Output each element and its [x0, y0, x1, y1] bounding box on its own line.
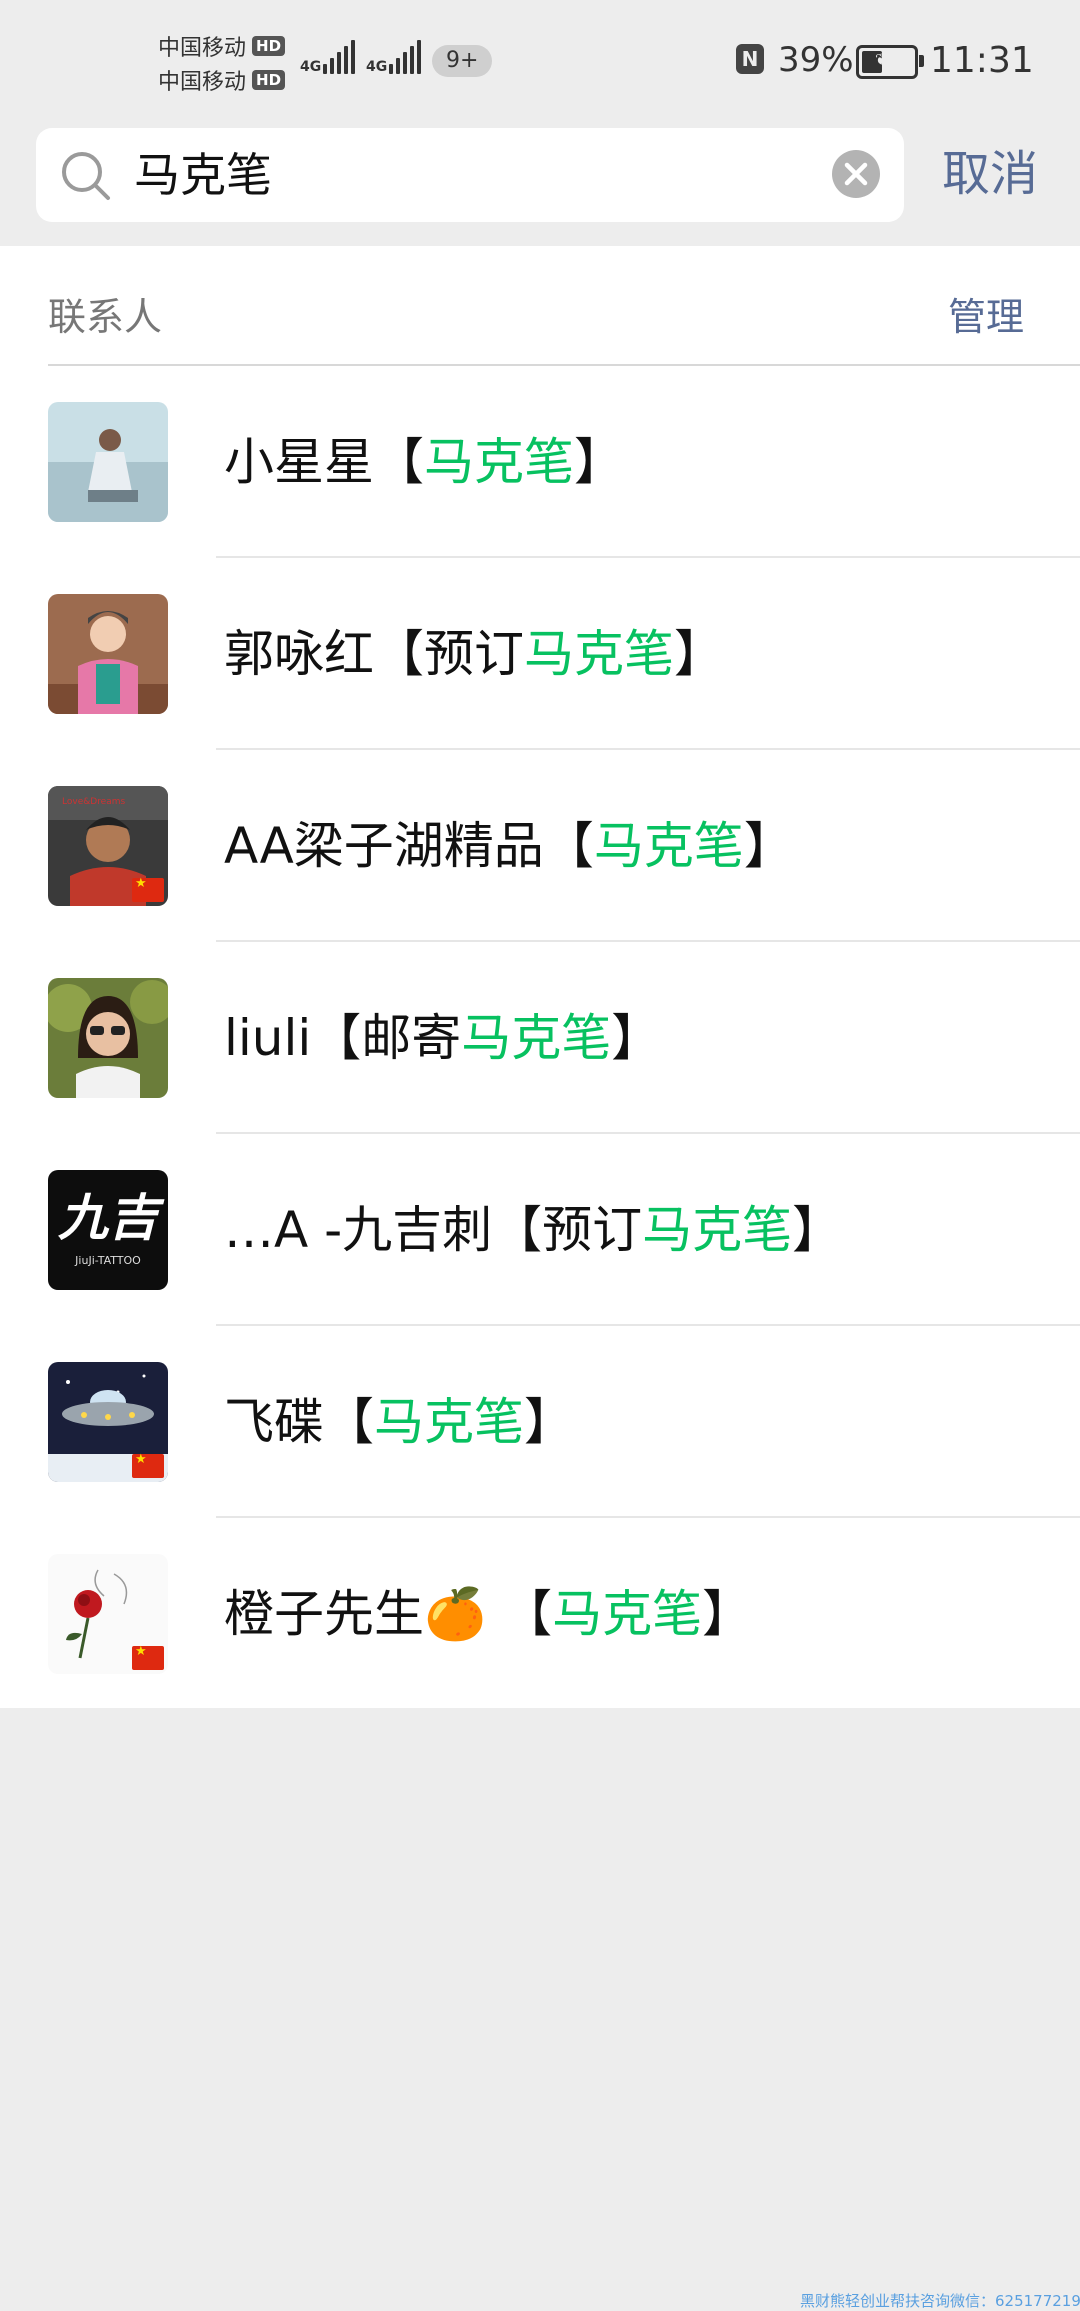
avatar: 九吉 JiuJi-TATTOO: [48, 1170, 168, 1290]
match-highlight: 马克笔: [593, 817, 744, 875]
contact-label: 郭咏红【预订马克笔】: [224, 558, 724, 750]
manage-button[interactable]: 管理: [948, 286, 1024, 341]
match-highlight: 马克笔: [374, 1393, 524, 1451]
svg-text:Love&Dreams: Love&Dreams: [62, 797, 125, 807]
avatar: [48, 1554, 168, 1674]
search-results: 联系人 管理 小星星【马克笔】郭咏红【预订马克笔】Love&DreamsAA梁子…: [0, 246, 1080, 1708]
contact-row[interactable]: 郭咏红【预订马克笔】: [0, 558, 1080, 750]
china-flag-icon: [132, 876, 164, 902]
contact-label: 橙子先生🍊 【马克笔】: [224, 1518, 752, 1710]
nfc-icon: N: [736, 44, 764, 74]
battery-icon: ❦: [856, 45, 924, 79]
carrier-2: 中国移动 HD: [158, 64, 286, 96]
remark-prefix: 【预订: [374, 625, 524, 683]
logo-text: 九吉: [58, 1188, 158, 1247]
avatar: [48, 594, 168, 714]
contact-name: 飞碟: [224, 1393, 324, 1451]
contact-name: AA梁子湖精品: [224, 817, 544, 875]
avatar: [48, 1362, 168, 1482]
remark-suffix: 】: [792, 1201, 843, 1259]
search-bar[interactable]: 马克笔: [36, 128, 904, 222]
contact-name: 橙子先生🍊: [224, 1585, 503, 1643]
carrier-1: 中国移动 HD: [158, 30, 286, 62]
china-flag-icon: [132, 1644, 164, 1670]
contact-label: 飞碟【马克笔】: [224, 1326, 574, 1518]
contact-row[interactable]: Love&Dreams AA梁子湖精品【马克笔】: [0, 750, 1080, 942]
logo-subtext: JiuJi-TATTOO: [75, 1254, 141, 1267]
contact-row[interactable]: liuli【邮寄马克笔】: [0, 942, 1080, 1134]
remark-prefix: 【: [374, 433, 424, 491]
remark-suffix: 】: [743, 817, 794, 875]
match-highlight: 马克笔: [461, 1009, 612, 1067]
contact-row[interactable]: 橙子先生🍊 【马克笔】: [0, 1518, 1080, 1710]
search-icon: [62, 152, 110, 200]
contact-label: AA梁子湖精品【马克笔】: [224, 750, 794, 942]
remark-prefix: 【: [502, 1585, 553, 1643]
contact-label: liuli【邮寄马克笔】: [224, 942, 661, 1134]
contact-row[interactable]: 小星星【马克笔】: [0, 366, 1080, 558]
remark-suffix: 】: [574, 433, 624, 491]
carrier-1-label: 中国移动: [158, 36, 247, 61]
match-highlight: 马克笔: [424, 433, 574, 491]
signal-icon: 4G: [300, 40, 358, 74]
avatar: [48, 978, 168, 1098]
network-label: 4G: [300, 59, 322, 75]
signal-icon: 4G: [366, 40, 424, 74]
leaf-icon: ❦: [875, 50, 889, 69]
contact-label: 小星星【马克笔】: [224, 366, 624, 558]
hd-badge: HD: [252, 36, 286, 56]
remark-suffix: 】: [674, 625, 724, 683]
watermark-text: 黑财熊轻创业帮扶咨询微信：625177219: [800, 2292, 1080, 2310]
remark-suffix: 】: [611, 1009, 662, 1067]
section-header: 联系人 管理: [48, 246, 1080, 366]
status-bar: 中国移动 HD 中国移动 HD 4G 4G 9+ N 39% ❦ 11:31: [0, 0, 1080, 124]
avatar: Love&Dreams: [48, 786, 168, 906]
remark-prefix: 【预订: [492, 1201, 643, 1259]
clock: 11:31: [930, 40, 1034, 81]
cancel-button[interactable]: 取消: [942, 142, 1038, 206]
contact-label: …A -九吉刺【预订马克笔】: [224, 1134, 842, 1326]
contact-row[interactable]: 飞碟【马克笔】: [0, 1326, 1080, 1518]
contact-row[interactable]: 九吉 JiuJi-TATTOO …A -九吉刺【预订马克笔】: [0, 1134, 1080, 1326]
remark-prefix: 【邮寄: [311, 1009, 462, 1067]
contact-name: 郭咏红: [224, 625, 374, 683]
match-highlight: 马克笔: [524, 625, 674, 683]
clear-button[interactable]: [832, 150, 880, 198]
china-flag-icon: [132, 1452, 164, 1478]
remark-prefix: 【: [324, 1393, 374, 1451]
remark-prefix: 【: [543, 817, 594, 875]
match-highlight: 马克笔: [552, 1585, 703, 1643]
avatar: [48, 402, 168, 522]
carrier-2-label: 中国移动: [158, 70, 247, 95]
network-label: 4G: [366, 59, 388, 75]
contact-name: 小星星: [224, 433, 374, 491]
section-title: 联系人: [48, 295, 163, 339]
remark-suffix: 】: [702, 1585, 753, 1643]
notification-badge: 9+: [432, 45, 493, 77]
search-input[interactable]: 马克笔: [134, 128, 754, 222]
remark-suffix: 】: [524, 1393, 574, 1451]
clear-icon: [844, 162, 868, 186]
contact-name: liuli: [224, 1009, 312, 1067]
match-highlight: 马克笔: [642, 1201, 793, 1259]
battery-percent: 39%: [778, 40, 854, 80]
hd-badge: HD: [252, 70, 286, 90]
contact-name: …A -九吉刺: [224, 1201, 493, 1259]
